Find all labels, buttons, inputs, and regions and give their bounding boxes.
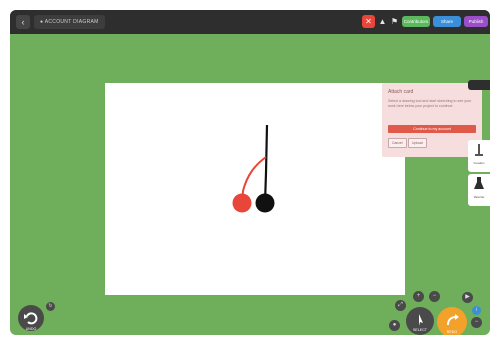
app-window: ‹ ● ACCOUNT DIAGRAM ✕ ▲ ⚑ Contributors S… — [10, 10, 490, 335]
panel-title: Attach card — [388, 89, 414, 95]
history-icon[interactable]: ↻ — [46, 302, 55, 311]
visualizer-icon — [475, 144, 483, 156]
share-button[interactable]: Share — [433, 16, 461, 27]
side-tab-materials[interactable]: Materials — [468, 174, 490, 206]
drawing-canvas[interactable] — [105, 83, 405, 295]
cancel-button[interactable]: Cancel — [388, 138, 407, 148]
flask-icon — [474, 177, 484, 189]
undo-button[interactable]: UNDO — [18, 305, 44, 331]
top-toolbar: ‹ ● ACCOUNT DIAGRAM ✕ ▲ ⚑ Contributors S… — [10, 10, 490, 34]
info-icon[interactable]: i — [472, 306, 481, 315]
contributors-button[interactable]: Contributors — [402, 16, 430, 27]
lock-icon[interactable]: ● — [389, 320, 400, 331]
continue-button[interactable]: Continue to my account — [388, 125, 476, 133]
back-button[interactable]: ‹ — [16, 15, 30, 29]
flag-icon[interactable]: ⚑ — [388, 15, 401, 28]
black-node — [255, 193, 275, 213]
breadcrumb[interactable]: ● ACCOUNT DIAGRAM — [34, 15, 105, 29]
redo-button[interactable]: REDO — [437, 307, 467, 335]
black-line — [263, 124, 269, 204]
zoom-in-icon[interactable]: + — [413, 291, 424, 302]
undo-label: UNDO — [25, 327, 37, 331]
tool-icon[interactable]: ✕ — [362, 15, 375, 28]
attach-card-panel: Attach card Select a drawing tool and st… — [382, 83, 482, 157]
side-tab-visualizer[interactable]: Visualizer — [468, 140, 490, 172]
red-node — [232, 193, 252, 213]
minus-icon[interactable]: − — [471, 317, 482, 328]
publish-button[interactable]: Publish — [464, 16, 488, 27]
panel-description: Select a drawing tool and start sketchin… — [388, 99, 472, 108]
side-tab-label: Visualizer — [473, 162, 485, 165]
side-tab-label: Materials — [473, 196, 485, 199]
select-button[interactable]: SELECT — [406, 307, 434, 335]
side-panel-header[interactable] — [468, 80, 490, 90]
drawing-svg — [232, 124, 275, 213]
upload-button[interactable]: Upload — [408, 138, 427, 148]
play-icon[interactable]: ▶ — [462, 292, 473, 303]
redo-label: REDO — [446, 330, 458, 334]
select-label: SELECT — [413, 328, 427, 332]
zoom-fit-icon[interactable]: ⤢ — [395, 300, 406, 311]
zoom-out-icon[interactable]: − — [429, 291, 440, 302]
